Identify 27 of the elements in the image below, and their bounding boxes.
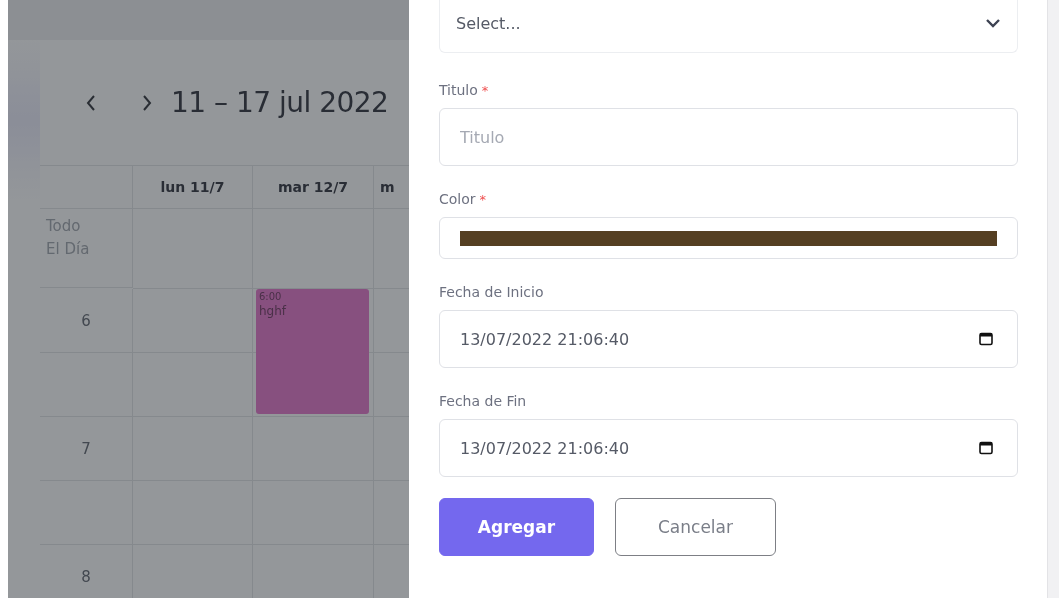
event-title: hghf <box>259 304 287 318</box>
datetime-field[interactable]: 13/07/2022 21:06:40 <box>439 419 1018 477</box>
required-mark: * <box>479 191 487 207</box>
day-header: lun 11/7 <box>133 166 253 209</box>
day-header: mar 12/7 <box>253 166 374 209</box>
field-label: Titulo <box>439 82 478 98</box>
event-time: 6:00 <box>259 291 282 302</box>
submit-button[interactable]: Agregar <box>439 498 594 556</box>
color-picker-field[interactable] <box>439 217 1018 259</box>
chevron-right-icon[interactable] <box>141 93 153 112</box>
field-label: Fecha de Fin <box>439 393 527 409</box>
chevron-down-icon <box>985 18 1001 28</box>
cancel-button[interactable]: Cancelar <box>615 498 776 556</box>
calendar-icon[interactable] <box>979 441 993 455</box>
select-field[interactable]: Select... <box>439 0 1018 53</box>
field-label: Fecha de Inicio <box>439 284 544 300</box>
date-range-title: 11 – 17 jul 2022 <box>171 86 389 119</box>
field-label: Color <box>439 191 476 207</box>
hour-label: 8 <box>81 567 91 586</box>
required-mark: * <box>481 82 489 98</box>
calendar-icon[interactable] <box>979 332 993 346</box>
chevron-left-icon[interactable] <box>85 93 97 112</box>
scrollbar[interactable] <box>1047 0 1059 598</box>
hour-label: 7 <box>81 439 91 458</box>
hour-label: 6 <box>81 311 91 330</box>
datetime-field[interactable]: 13/07/2022 21:06:40 <box>439 310 1018 368</box>
title-input[interactable]: Titulo <box>439 108 1018 166</box>
